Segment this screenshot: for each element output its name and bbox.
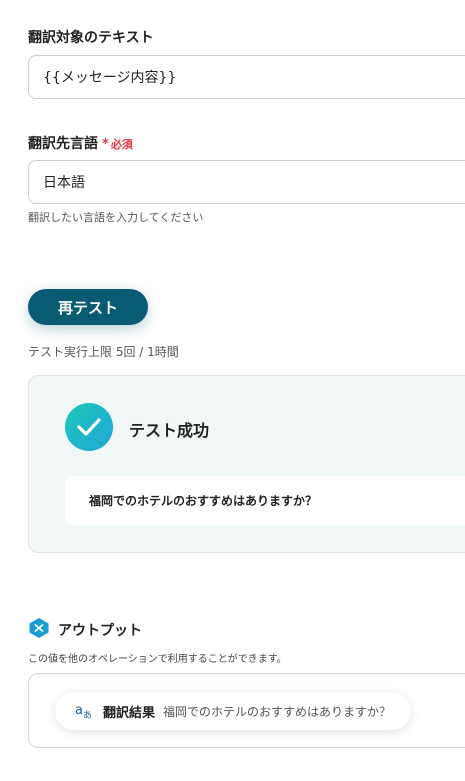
- output-header: アウトプット: [28, 617, 142, 643]
- svg-text:a: a: [75, 703, 83, 718]
- output-title: アウトプット: [58, 623, 142, 639]
- output-box: a あ 翻訳結果 福岡でのホテルのおすすめはありますか？: [28, 673, 465, 748]
- svg-text:あ: あ: [83, 710, 92, 721]
- chip-label: 翻訳結果: [103, 705, 156, 721]
- output-description: この値を他のオペレーションで利用することができます。: [28, 654, 287, 665]
- chip-value: 福岡でのホテルのおすすめはありますか？: [163, 704, 392, 719]
- required-asterisk: *: [102, 137, 109, 152]
- required-badge: 必須: [110, 138, 133, 151]
- translation-result-chip[interactable]: a あ 翻訳結果 福岡でのホテルのおすすめはありますか？: [55, 692, 412, 730]
- test-result-text: 福岡でのホテルのおすすめはありますか？: [65, 476, 465, 525]
- translate-icon: a あ: [75, 701, 95, 721]
- target-language-label-row: 翻訳先言語 * 必須: [28, 133, 133, 153]
- source-text-label: 翻訳対象のテキスト: [28, 30, 154, 46]
- test-success-card: テスト成功 福岡でのホテルのおすすめはありますか？: [28, 375, 465, 553]
- test-success-title: テスト成功: [129, 421, 210, 440]
- target-language-hint: 翻訳したい言語を入力してください: [28, 211, 204, 224]
- target-language-label: 翻訳先言語: [28, 136, 98, 152]
- check-icon: [65, 403, 113, 451]
- retest-button[interactable]: 再テスト: [28, 289, 148, 325]
- source-text-input[interactable]: {{メッセージ内容}}: [28, 55, 465, 99]
- output-badge-icon: [28, 617, 50, 643]
- target-language-input[interactable]: 日本語: [28, 160, 465, 204]
- test-limit-text: テスト実行上限 5回 / 1時間: [28, 345, 179, 359]
